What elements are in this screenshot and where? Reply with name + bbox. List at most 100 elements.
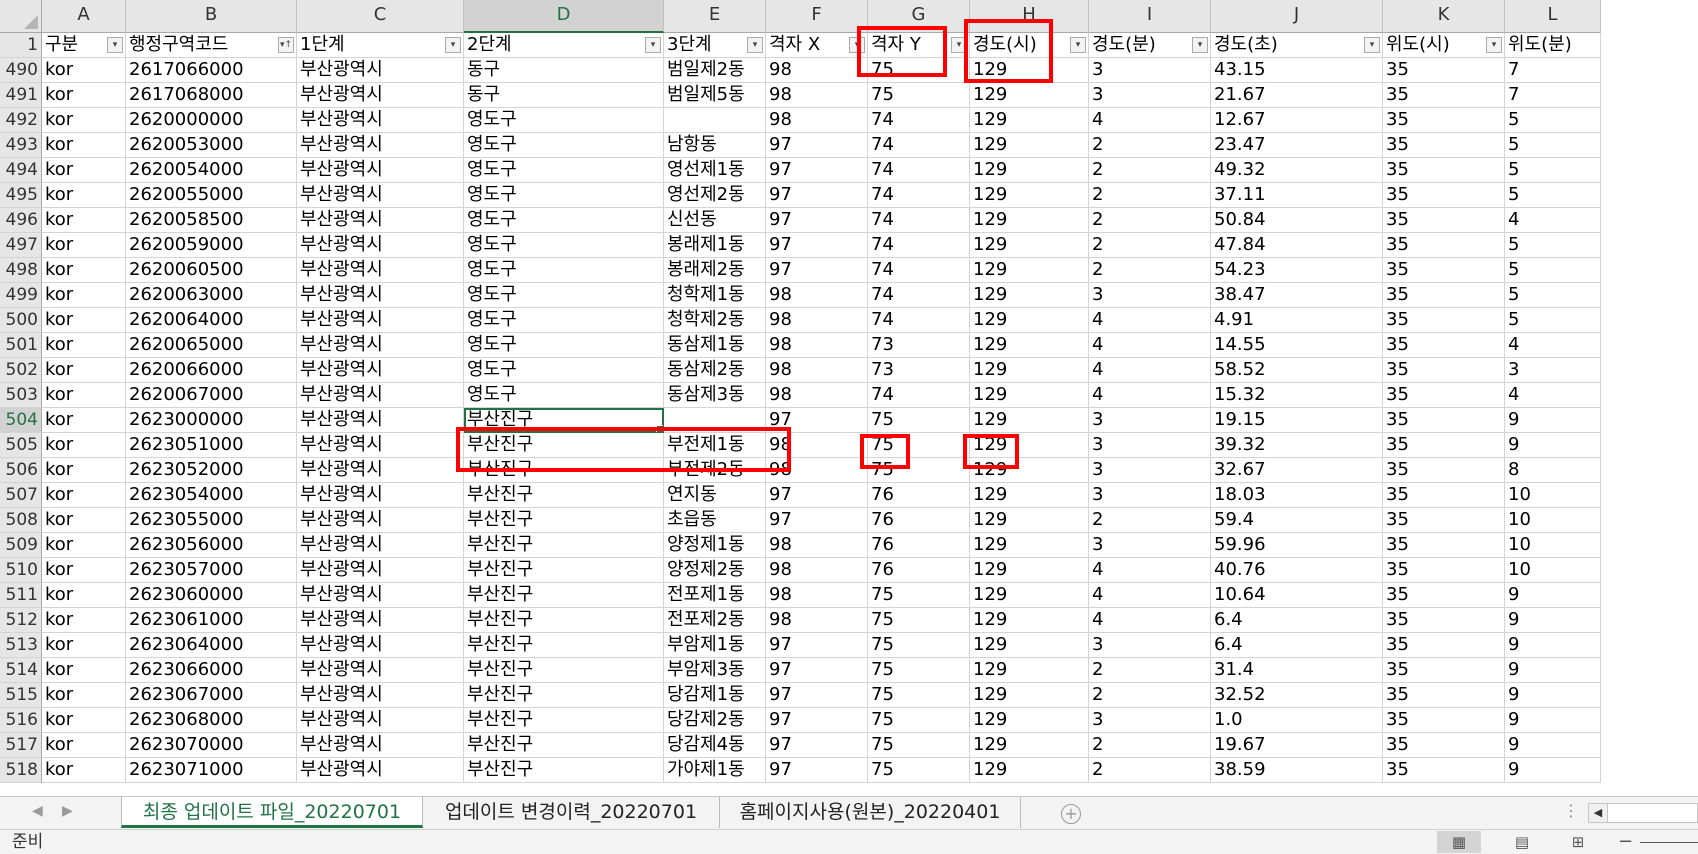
cell-lon-hour[interactable]: 129 — [970, 258, 1089, 283]
cell-lat-min[interactable]: 5 — [1505, 258, 1601, 283]
filter-dropdown-icon[interactable]: ▾ — [1364, 37, 1380, 53]
cell-level1[interactable]: 부산광역시 — [297, 283, 464, 308]
cell-level2[interactable]: 부산진구 — [464, 633, 664, 658]
row-number[interactable]: 510 — [0, 558, 42, 583]
row-number[interactable]: 513 — [0, 633, 42, 658]
row-number[interactable]: 518 — [0, 758, 42, 783]
cell-lon-sec[interactable]: 59.96 — [1211, 533, 1383, 558]
tab-final-update[interactable]: 최종 업데이트 파일_20220701 — [121, 797, 423, 828]
cell-lon-hour[interactable]: 129 — [970, 358, 1089, 383]
cell-lon-min[interactable]: 4 — [1089, 558, 1211, 583]
cell-grid-x[interactable]: 97 — [766, 233, 868, 258]
cell-level1[interactable]: 부산광역시 — [297, 583, 464, 608]
cell-lat-hour[interactable]: 35 — [1383, 233, 1505, 258]
cell-level3[interactable]: 전포제2동 — [664, 608, 766, 633]
cell-admin-code[interactable]: 2623055000 — [126, 508, 297, 533]
cell-lon-min[interactable]: 2 — [1089, 258, 1211, 283]
cell-lon-min[interactable]: 2 — [1089, 183, 1211, 208]
cell-admin-code[interactable]: 2623068000 — [126, 708, 297, 733]
cell-lon-sec[interactable]: 10.64 — [1211, 583, 1383, 608]
cell-grid-x[interactable]: 97 — [766, 158, 868, 183]
row-number[interactable]: 506 — [0, 458, 42, 483]
tab-scroll-right-icon[interactable]: ▶ — [62, 803, 73, 819]
cell-admin-code[interactable]: 2620067000 — [126, 383, 297, 408]
cell-lon-hour[interactable]: 129 — [970, 308, 1089, 333]
cell-lat-min[interactable]: 5 — [1505, 158, 1601, 183]
row-number[interactable]: 503 — [0, 383, 42, 408]
cell-lon-sec[interactable]: 23.47 — [1211, 133, 1383, 158]
cell-classification[interactable]: kor — [42, 308, 126, 333]
cell-grid-y[interactable]: 76 — [868, 558, 970, 583]
cell-lat-min[interactable]: 9 — [1505, 433, 1601, 458]
cell-grid-y[interactable]: 75 — [868, 433, 970, 458]
cell-admin-code[interactable]: 2620058500 — [126, 208, 297, 233]
zoom-out-icon[interactable]: − — [1618, 830, 1633, 854]
cell-grid-x[interactable]: 98 — [766, 533, 868, 558]
cell-level2[interactable]: 영도구 — [464, 108, 664, 133]
cell-level2[interactable]: 영도구 — [464, 383, 664, 408]
cell-lon-sec[interactable]: 54.23 — [1211, 258, 1383, 283]
row-number[interactable]: 490 — [0, 58, 42, 83]
cell-admin-code[interactable]: 2617068000 — [126, 83, 297, 108]
cell-level2[interactable]: 부산진구 — [464, 733, 664, 758]
cell-grid-y[interactable]: 74 — [868, 108, 970, 133]
cell-admin-code[interactable]: 2617066000 — [126, 58, 297, 83]
cell-lat-min[interactable]: 9 — [1505, 408, 1601, 433]
cell-admin-code[interactable]: 2620054000 — [126, 158, 297, 183]
cell-lon-sec[interactable]: 39.32 — [1211, 433, 1383, 458]
cell-lon-sec[interactable]: 59.4 — [1211, 508, 1383, 533]
cell-grid-x[interactable]: 97 — [766, 758, 868, 783]
filter-dropdown-icon[interactable]: ▾ — [951, 37, 967, 53]
cell-lat-min[interactable]: 10 — [1505, 558, 1601, 583]
cell-lat-hour[interactable]: 35 — [1383, 183, 1505, 208]
cell-level3[interactable]: 부암제1동 — [664, 633, 766, 658]
cell-lon-hour[interactable]: 129 — [970, 633, 1089, 658]
cell-classification[interactable]: kor — [42, 133, 126, 158]
cell-level2[interactable]: 부산진구 — [464, 508, 664, 533]
cell-lon-sec[interactable]: 12.67 — [1211, 108, 1383, 133]
cell-level2[interactable]: 부산진구 — [464, 658, 664, 683]
cell-lon-hour[interactable]: 129 — [970, 408, 1089, 433]
cell-lat-min[interactable]: 7 — [1505, 58, 1601, 83]
cell-grid-x[interactable]: 98 — [766, 433, 868, 458]
cell-lat-hour[interactable]: 35 — [1383, 433, 1505, 458]
cell-lat-min[interactable]: 10 — [1505, 508, 1601, 533]
cell-lat-min[interactable]: 5 — [1505, 283, 1601, 308]
cell-lat-hour[interactable]: 35 — [1383, 158, 1505, 183]
selected-cell[interactable]: 부산진구 — [464, 408, 664, 433]
cell-classification[interactable]: kor — [42, 233, 126, 258]
cell-grid-x[interactable]: 97 — [766, 708, 868, 733]
cell-lon-sec[interactable]: 14.55 — [1211, 333, 1383, 358]
cell-level3[interactable]: 부전제2동 — [664, 458, 766, 483]
cell-lon-sec[interactable]: 1.0 — [1211, 708, 1383, 733]
cell-lon-hour[interactable]: 129 — [970, 608, 1089, 633]
cell-lon-hour[interactable]: 129 — [970, 458, 1089, 483]
cell-level1[interactable]: 부산광역시 — [297, 158, 464, 183]
cell-admin-code[interactable]: 2623070000 — [126, 733, 297, 758]
row-number[interactable]: 514 — [0, 658, 42, 683]
cell-lat-min[interactable]: 5 — [1505, 183, 1601, 208]
cell-level1[interactable]: 부산광역시 — [297, 133, 464, 158]
cell-grid-x[interactable]: 97 — [766, 133, 868, 158]
cell-grid-x[interactable]: 97 — [766, 508, 868, 533]
cell-level2[interactable]: 영도구 — [464, 133, 664, 158]
cell-level1[interactable]: 부산광역시 — [297, 383, 464, 408]
scroll-left-arrow-icon[interactable]: ◀ — [1589, 804, 1608, 822]
cell-admin-code[interactable]: 2623051000 — [126, 433, 297, 458]
cell-grid-y[interactable]: 73 — [868, 333, 970, 358]
cell-lat-min[interactable]: 9 — [1505, 708, 1601, 733]
cell-admin-code[interactable]: 2620064000 — [126, 308, 297, 333]
cell-lon-hour[interactable]: 129 — [970, 208, 1089, 233]
row-number[interactable]: 505 — [0, 433, 42, 458]
cell-lon-sec[interactable]: 40.76 — [1211, 558, 1383, 583]
cell-grid-x[interactable]: 98 — [766, 58, 868, 83]
cell-level2[interactable]: 동구 — [464, 83, 664, 108]
cell-admin-code[interactable]: 2620059000 — [126, 233, 297, 258]
cell-lat-hour[interactable]: 35 — [1383, 583, 1505, 608]
cell-level1[interactable]: 부산광역시 — [297, 333, 464, 358]
cell-level2[interactable]: 부산진구 — [464, 583, 664, 608]
cell-grid-y[interactable]: 74 — [868, 383, 970, 408]
cell-lat-hour[interactable]: 35 — [1383, 558, 1505, 583]
cell-lon-min[interactable]: 2 — [1089, 208, 1211, 233]
cell-lon-hour[interactable]: 129 — [970, 758, 1089, 783]
